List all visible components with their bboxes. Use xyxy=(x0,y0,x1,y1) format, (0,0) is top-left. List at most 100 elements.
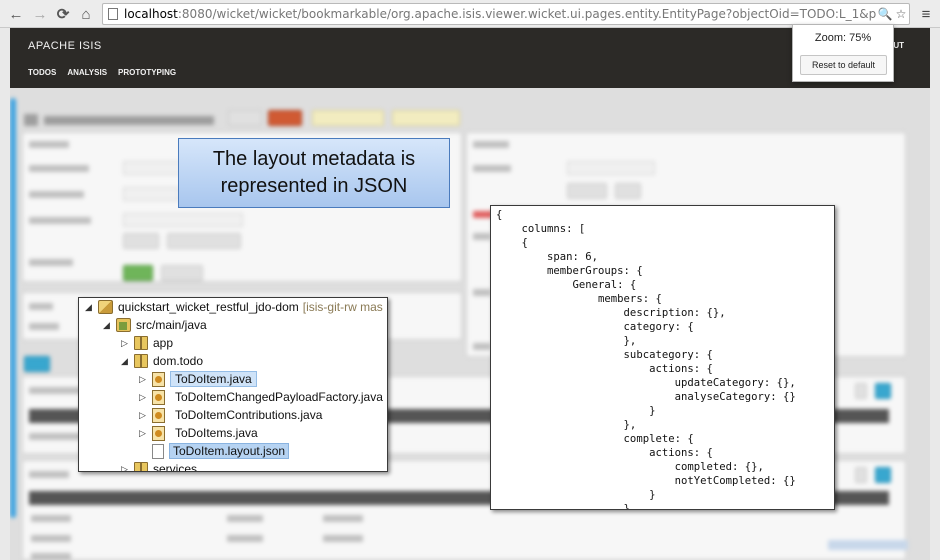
package-icon xyxy=(134,336,148,350)
action-chip[interactable] xyxy=(312,110,384,126)
action-chip[interactable] xyxy=(123,233,159,249)
project-icon xyxy=(98,300,113,314)
package-name: app xyxy=(153,336,174,350)
java-file-icon xyxy=(152,425,165,441)
field-label xyxy=(29,323,59,330)
action-chip[interactable] xyxy=(615,183,641,199)
action-chip[interactable] xyxy=(228,110,262,126)
url-text[interactable]: localhost:8080/wicket/wicket/bookmarkabl… xyxy=(124,7,877,21)
forward-arrow-icon[interactable]: → xyxy=(30,3,50,25)
footer-link[interactable] xyxy=(828,540,908,550)
table-cell xyxy=(31,535,71,542)
table-button[interactable] xyxy=(855,467,867,483)
git-branch-label: [isis-git-rw mas xyxy=(302,300,383,314)
action-chip[interactable] xyxy=(167,233,241,249)
field-value[interactable] xyxy=(123,187,179,201)
zoom-magnifier-icon[interactable]: 🔍 xyxy=(877,7,893,21)
action-chip[interactable] xyxy=(392,110,460,126)
table-cell xyxy=(227,535,263,542)
code-line: actions: { xyxy=(496,447,713,459)
code-line: subcategory: { xyxy=(496,349,713,361)
reset-zoom-button[interactable]: Reset to default xyxy=(800,55,887,75)
field-label xyxy=(473,289,491,296)
collapse-arrow-icon[interactable]: ◢ xyxy=(83,302,94,313)
tree-services-package[interactable]: ▷ services xyxy=(119,460,198,472)
expand-arrow-icon[interactable]: ▷ xyxy=(119,464,130,472)
field-label xyxy=(473,343,491,350)
expand-arrow-icon[interactable]: ▷ xyxy=(137,392,148,403)
code-line: } xyxy=(496,489,656,501)
tree-src-node[interactable]: ◢ src/main/java xyxy=(101,316,207,334)
action-chip[interactable] xyxy=(567,183,607,199)
tree-app-package[interactable]: ▷ app xyxy=(119,334,173,352)
tree-file-contributions[interactable]: ▷ ToDoItemContributions.java xyxy=(137,406,327,424)
file-name: ToDoItem.java xyxy=(170,371,257,387)
file-name: ToDoItemContributions.java xyxy=(175,408,323,422)
field-label xyxy=(29,303,53,310)
package-name: services xyxy=(153,462,198,472)
collapse-arrow-icon[interactable]: ◢ xyxy=(119,356,130,367)
zoom-level-text: Zoom: 75% xyxy=(814,32,872,44)
bookmark-star-icon[interactable]: ☆ xyxy=(893,7,909,21)
tree-file-payload-factory[interactable]: ▷ ToDoItemChangedPayloadFactory.java xyxy=(137,388,387,406)
file-name: ToDoItemChangedPayloadFactory.java xyxy=(175,390,383,404)
action-chip[interactable] xyxy=(123,265,153,281)
project-name: quickstart_wicket_restful_jdo-dom xyxy=(118,300,299,314)
menu-icon[interactable]: ≡ xyxy=(916,3,936,25)
code-line: updateCategory: {}, xyxy=(496,377,796,389)
code-line: notYetCompleted: {} xyxy=(496,475,796,487)
code-line: description: {}, xyxy=(496,307,726,319)
nav-analysis[interactable]: ANALYSIS xyxy=(67,68,107,77)
callout-line-2: represented in JSON xyxy=(220,175,408,197)
url-host: localhost xyxy=(124,7,178,21)
code-line: columns: [ xyxy=(496,223,586,235)
table-button[interactable] xyxy=(855,383,867,399)
app-name[interactable]: APACHE ISIS xyxy=(28,40,102,52)
nav-prototyping[interactable]: PROTOTYPING xyxy=(118,68,176,77)
package-icon xyxy=(134,354,148,368)
json-code-listing: { columns: [ { span: 6, memberGroups: { … xyxy=(490,205,835,510)
tree-file-layout-json[interactable]: ToDoItem.layout.json xyxy=(137,442,290,460)
field-value[interactable] xyxy=(123,161,183,175)
tree-dom-package[interactable]: ◢ dom.todo xyxy=(119,352,203,370)
collapse-arrow-icon[interactable]: ◢ xyxy=(101,320,112,331)
field-label xyxy=(29,191,84,198)
table-cell xyxy=(323,515,363,522)
field-label xyxy=(473,165,511,172)
code-line: analyseCategory: {} xyxy=(496,391,796,403)
expand-arrow-icon[interactable]: ▷ xyxy=(137,410,148,421)
field-value[interactable] xyxy=(123,213,243,227)
source-folder-icon xyxy=(116,318,131,332)
zoom-popup: Zoom: 75% Reset to default xyxy=(792,24,894,82)
expand-arrow-icon[interactable]: ▷ xyxy=(137,374,148,385)
field-label xyxy=(29,259,73,266)
expand-arrow-icon[interactable]: ▷ xyxy=(137,428,148,439)
code-line: members: { xyxy=(496,293,662,305)
app-nav: TODOS ANALYSIS PROTOTYPING xyxy=(28,68,176,77)
code-line: }, xyxy=(496,335,637,347)
collection-tag[interactable] xyxy=(24,356,50,372)
action-chip[interactable] xyxy=(161,265,203,281)
address-bar[interactable]: localhost:8080/wicket/wicket/bookmarkabl… xyxy=(102,3,910,25)
back-arrow-icon[interactable]: ← xyxy=(6,3,26,25)
action-chip[interactable] xyxy=(268,110,302,126)
reload-icon[interactable]: ⟳ xyxy=(53,3,73,25)
table-button[interactable] xyxy=(875,383,891,399)
tree-project-node[interactable]: ◢ quickstart_wicket_restful_jdo-dom [isi… xyxy=(83,298,383,316)
expand-arrow-icon[interactable]: ▷ xyxy=(119,338,130,349)
package-name: dom.todo xyxy=(153,354,204,368)
annotation-callout: The layout metadata is represented in JS… xyxy=(178,138,450,208)
field-label xyxy=(473,233,491,240)
table-button[interactable] xyxy=(875,467,891,483)
tree-file-todoitem[interactable]: ▷ ToDoItem.java xyxy=(137,370,257,388)
tree-file-todoitems[interactable]: ▷ ToDoItems.java xyxy=(137,424,263,442)
table-cell xyxy=(31,515,71,522)
left-accent-stripe xyxy=(10,98,16,518)
code-line: } xyxy=(496,405,656,417)
nav-todos[interactable]: TODOS xyxy=(28,68,56,77)
entity-title xyxy=(44,116,214,125)
table-cell xyxy=(323,535,363,542)
field-value[interactable] xyxy=(567,161,655,175)
home-icon[interactable]: ⌂ xyxy=(76,3,96,25)
file-name: ToDoItem.layout.json xyxy=(169,443,290,459)
